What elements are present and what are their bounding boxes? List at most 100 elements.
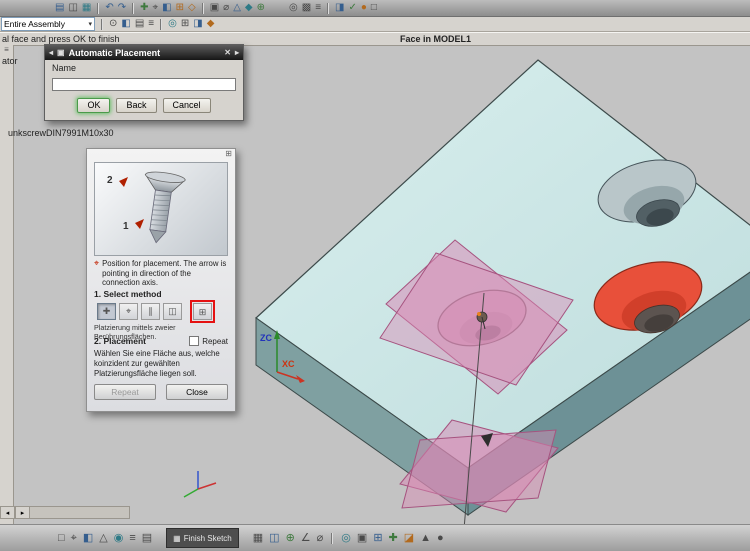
assembly-scope-dropdown[interactable]: Entire Assembly ▾ [1, 17, 95, 31]
placement-instruction-text: Wählen Sie eine Fläche aus, welche koinz… [94, 349, 220, 379]
open-part-icon[interactable]: ▤ [55, 3, 64, 13]
dialog-app-icon: ▣ [57, 48, 65, 57]
dialog-forward-icon[interactable]: ▸ [235, 48, 239, 57]
highlight-icon[interactable]: ◆ [207, 19, 215, 29]
datum-plane-lower-2[interactable] [401, 429, 557, 509]
corner-icon[interactable]: ◪ [404, 532, 414, 544]
resource-bar[interactable]: ≡ [0, 45, 14, 524]
render-style-icon[interactable]: ● [361, 3, 367, 13]
grid-icon[interactable]: ⊞ [373, 532, 382, 544]
feature-icon[interactable]: ◆ [245, 3, 253, 13]
half-section-icon[interactable]: ◨ [193, 19, 202, 29]
add-icon[interactable]: ✚ [389, 532, 398, 544]
select-filter-icon[interactable]: □ [58, 532, 65, 544]
scrollbar-track[interactable] [30, 506, 130, 519]
scroll-right-icon[interactable]: ▸ [15, 506, 30, 519]
name-input[interactable] [52, 77, 236, 91]
sketch-icon[interactable]: ◇ [188, 3, 196, 13]
diameter-dimension-icon[interactable]: ⌀ [223, 3, 229, 13]
cad-application-window: ▤ ◫ ▦ ↶ ↷ ✚ ⌖ ◧ ⊞ ◇ ▣ ⌀ △ ◆ ⊕ ◎ ▩ ≡ ◨ ✓ … [0, 0, 750, 551]
panel-grip-icon[interactable]: ⊞ [225, 149, 232, 158]
close-icon[interactable]: ✕ [224, 48, 231, 57]
display-mode-icon[interactable]: ◫ [68, 3, 77, 13]
triangle-tool-icon[interactable]: △ [99, 532, 107, 544]
place-parallel-icon[interactable]: ∥ [141, 303, 160, 320]
screw-preview: 2 1 [94, 162, 228, 256]
window-icon[interactable]: □ [371, 3, 377, 13]
resource-bar-icon[interactable]: ≡ [4, 45, 9, 54]
screw-preview-image: 2 1 [107, 171, 187, 244]
layers-icon[interactable]: ▦ [82, 3, 91, 13]
dialog-back-icon[interactable]: ◂ [49, 48, 53, 57]
main-toolbar: ▤ ◫ ▦ ↶ ↷ ✚ ⌖ ◧ ⊞ ◇ ▣ ⌀ △ ◆ ⊕ ◎ ▩ ≡ ◨ ✓ … [0, 0, 750, 17]
plane-tool-icon[interactable]: ◧ [83, 532, 93, 544]
name-label: Name [52, 63, 77, 73]
shade-icon[interactable]: ▦ [253, 532, 263, 544]
snap-point-icon[interactable]: ◎ [168, 19, 177, 29]
draft-icon[interactable]: △ [233, 3, 241, 13]
pattern-feature-icon[interactable]: ⊞ [176, 3, 184, 13]
show-hide-icon[interactable]: ◧ [121, 19, 130, 29]
method-button-row: ✚ ⌖ ∥ ◫ ⊞ [97, 300, 215, 323]
menu-icon[interactable]: ≡ [129, 532, 135, 544]
hole-feature-icon[interactable]: ▣ [210, 3, 219, 13]
place-by-point-icon[interactable]: ✚ [97, 303, 116, 320]
target-icon[interactable]: ◉ [114, 532, 124, 544]
section-view-icon[interactable]: ◨ [335, 3, 344, 13]
dialog-button-row: OK Back Cancel [52, 98, 236, 113]
ok-button[interactable]: OK [77, 98, 111, 113]
selection-filter-icon[interactable]: ⊙ [109, 19, 117, 29]
diameter-icon[interactable]: ⌀ [317, 532, 324, 544]
orient-view-icon[interactable]: ◎ [289, 3, 298, 13]
separator [132, 2, 135, 14]
layer-settings-icon[interactable]: ▤ [135, 19, 144, 29]
wireframe-icon[interactable]: ◫ [269, 532, 279, 544]
horizontal-scrollbar[interactable]: ◂ ▸ [0, 506, 130, 519]
place-by-face-icon[interactable]: ◫ [163, 303, 182, 320]
unite-icon[interactable]: ⊕ [257, 3, 265, 13]
dialog-title-bar[interactable]: ◂ ▣ Automatic Placement ✕ ▸ [45, 45, 243, 60]
hole-icon[interactable]: ▣ [357, 532, 367, 544]
shaded-view-icon[interactable]: ▩ [302, 3, 311, 13]
repeat-checkbox[interactable] [189, 336, 200, 346]
undo-icon[interactable]: ↶ [105, 3, 113, 13]
finish-sketch-button[interactable]: ▦ Finish Sketch [166, 528, 239, 548]
up-icon[interactable]: ▲ [420, 532, 431, 544]
finish-sketch-label: Finish Sketch [183, 533, 232, 543]
list-icon[interactable]: ≡ [148, 19, 154, 29]
view-orientation-triad [183, 471, 217, 498]
place-two-touch-faces-icon[interactable]: ⊞ [193, 303, 212, 320]
add-component-icon[interactable]: ✚ [140, 3, 148, 13]
apply-icon[interactable]: ✓ [348, 3, 356, 13]
dot-icon[interactable]: ● [437, 532, 444, 544]
assembly-scope-value: Entire Assembly [4, 19, 65, 29]
back-button[interactable]: Back [116, 98, 157, 113]
cancel-button[interactable]: Cancel [162, 98, 211, 113]
grid-icon[interactable]: ⊞ [181, 19, 189, 29]
scroll-left-icon[interactable]: ◂ [0, 506, 15, 519]
placement-title-row: 2. Placement Repeat [94, 336, 228, 346]
step-2-marker: 2 [107, 175, 113, 186]
repeat-checkbox-row[interactable]: Repeat [189, 336, 228, 346]
dialog-body: Name OK Back Cancel [45, 60, 243, 120]
orient-icon[interactable]: ◎ [341, 532, 351, 544]
table-icon[interactable]: ▤ [142, 532, 152, 544]
repeat-button[interactable]: Repeat [94, 384, 156, 400]
snap-icon[interactable]: ⌖ [71, 532, 77, 544]
datum-plane-icon[interactable]: ◧ [162, 3, 171, 13]
repeat-checkbox-label: Repeat [202, 336, 228, 346]
axis-label-zc: ZC [260, 333, 272, 343]
chevron-down-icon: ▾ [88, 21, 92, 28]
close-button-panel[interactable]: Close [166, 384, 228, 400]
automatic-placement-dialog: ◂ ▣ Automatic Placement ✕ ▸ Name OK Back… [44, 44, 244, 121]
point-tool-icon[interactable]: ⌖ [153, 3, 159, 13]
annotation-highlight-box: ⊞ [190, 300, 215, 323]
placement-title: 2. Placement [94, 336, 146, 346]
redo-icon[interactable]: ↷ [118, 3, 126, 13]
place-by-csys-icon[interactable]: ⌖ [119, 303, 138, 320]
angle-icon[interactable]: ∠ [301, 532, 311, 544]
finish-sketch-icon: ▦ [173, 533, 181, 543]
separator [331, 532, 334, 544]
boolean-icon[interactable]: ⊕ [286, 532, 295, 544]
menu-list-icon[interactable]: ≡ [315, 3, 321, 13]
